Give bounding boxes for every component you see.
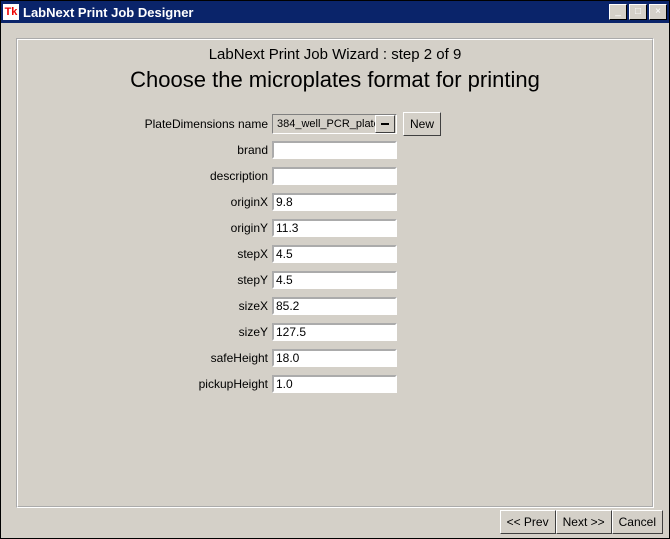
window-title: LabNext Print Job Designer — [23, 5, 607, 20]
wizard-footer: << Prev Next >> Cancel — [500, 510, 663, 534]
app-window: Tk LabNext Print Job Designer _ □ × LabN… — [0, 0, 670, 539]
plate-form: PlateDimensions name 384_well_PCR_plate … — [18, 111, 652, 397]
next-button[interactable]: Next >> — [556, 510, 612, 534]
window-buttons: _ □ × — [607, 4, 667, 20]
minimize-button[interactable]: _ — [609, 4, 627, 20]
pickupheight-input[interactable] — [272, 375, 397, 393]
plate-dimensions-value: 384_well_PCR_plate — [273, 118, 375, 130]
sizey-label: sizeY — [18, 325, 272, 339]
new-plate-button[interactable]: New — [403, 112, 441, 136]
stepy-label: stepY — [18, 273, 272, 287]
stepy-input[interactable] — [272, 271, 397, 289]
safeheight-input[interactable] — [272, 349, 397, 367]
stepx-label: stepX — [18, 247, 272, 261]
safeheight-label: safeHeight — [18, 351, 272, 365]
originy-label: originY — [18, 221, 272, 235]
sizex-label: sizeX — [18, 299, 272, 313]
client-area: LabNext Print Job Wizard : step 2 of 9 C… — [1, 23, 669, 538]
originx-label: originX — [18, 195, 272, 209]
sizey-input[interactable] — [272, 323, 397, 341]
stepx-input[interactable] — [272, 245, 397, 263]
sizex-input[interactable] — [272, 297, 397, 315]
originx-input[interactable] — [272, 193, 397, 211]
prev-button[interactable]: << Prev — [500, 510, 556, 534]
titlebar: Tk LabNext Print Job Designer _ □ × — [1, 1, 669, 23]
wizard-step-label: LabNext Print Job Wizard : step 2 of 9 — [18, 46, 652, 63]
close-button[interactable]: × — [649, 4, 667, 20]
brand-input[interactable] — [272, 141, 397, 159]
wizard-frame: LabNext Print Job Wizard : step 2 of 9 C… — [16, 38, 654, 508]
description-label: description — [18, 169, 272, 183]
description-input[interactable] — [272, 167, 397, 185]
dropdown-toggle-icon[interactable] — [375, 115, 395, 133]
cancel-button[interactable]: Cancel — [612, 510, 663, 534]
pickupheight-label: pickupHeight — [18, 377, 272, 391]
tk-icon: Tk — [3, 4, 19, 20]
plate-dimensions-dropdown[interactable]: 384_well_PCR_plate — [272, 114, 397, 134]
brand-label: brand — [18, 143, 272, 157]
maximize-button[interactable]: □ — [629, 4, 647, 20]
wizard-heading: Choose the microplates format for printi… — [18, 67, 652, 93]
plate-dimensions-label: PlateDimensions name — [18, 117, 272, 131]
originy-input[interactable] — [272, 219, 397, 237]
